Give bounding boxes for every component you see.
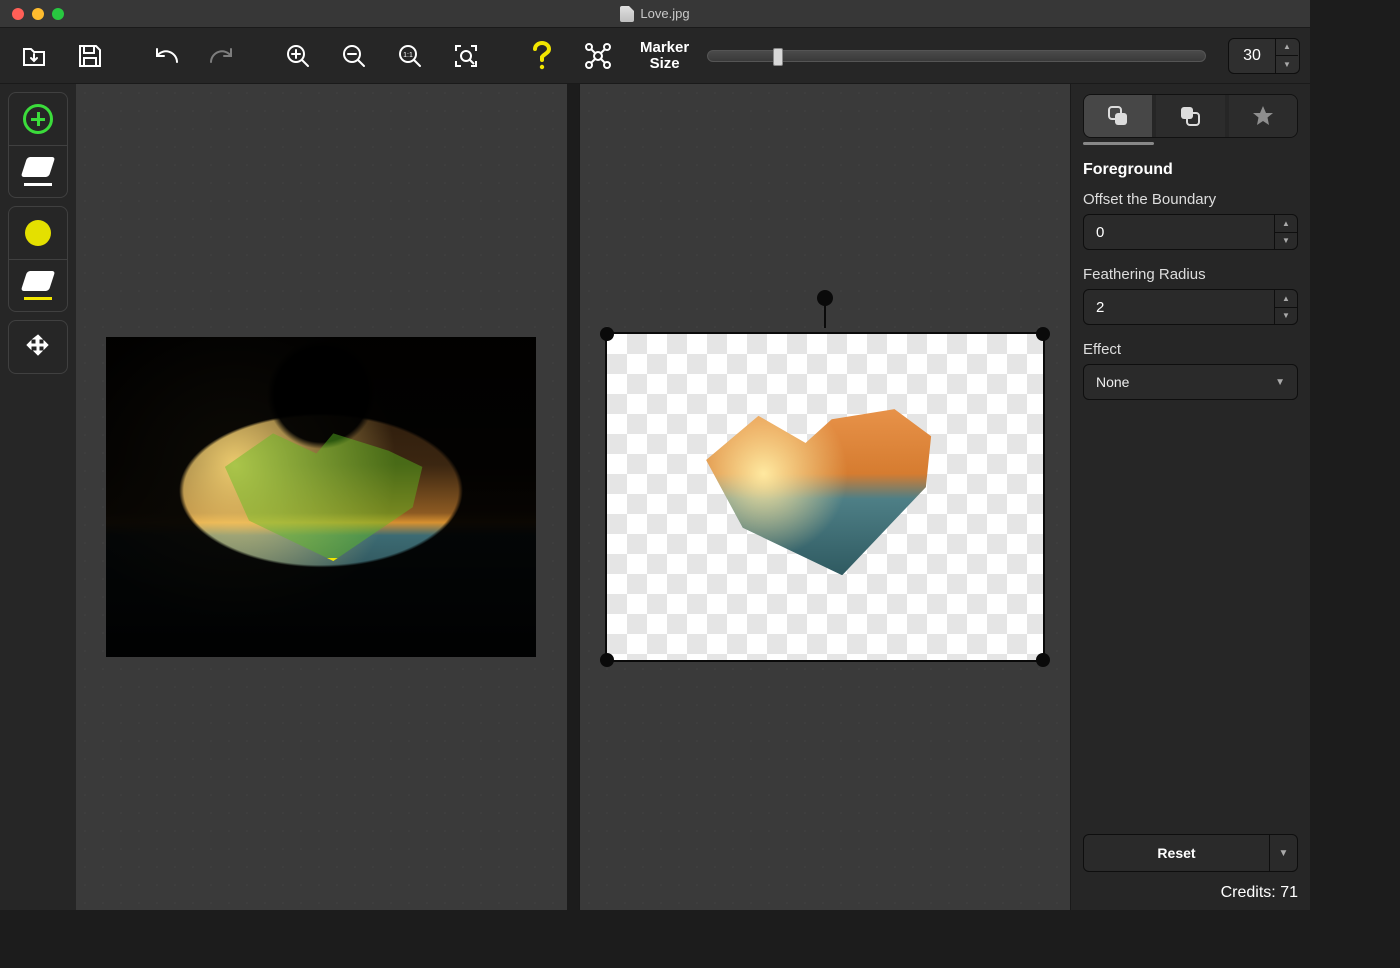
chevron-down-icon: ▼: [1275, 377, 1285, 388]
effect-value: None: [1096, 374, 1129, 390]
resize-handle-tl[interactable]: [600, 327, 614, 341]
yellow-brush-icon: [25, 220, 51, 246]
file-icon: [620, 6, 634, 22]
marker-size-input[interactable]: [1229, 39, 1275, 73]
reset-label: Reset: [1084, 835, 1269, 871]
redo-button[interactable]: [198, 32, 246, 80]
window-title: Love.jpg: [640, 6, 689, 21]
resize-handle-tr[interactable]: [1036, 327, 1050, 341]
foreground-tab[interactable]: [1084, 95, 1152, 137]
open-icon: [19, 41, 49, 71]
feather-value: 2: [1084, 290, 1274, 324]
reset-dropdown[interactable]: ▼: [1269, 835, 1297, 871]
offset-up[interactable]: ▲: [1275, 215, 1297, 233]
reset-button[interactable]: Reset ▼: [1083, 834, 1298, 872]
offset-down[interactable]: ▼: [1275, 233, 1297, 250]
canvas-area: [76, 84, 1070, 910]
offset-label: Offset the Boundary: [1083, 191, 1298, 208]
feather-label: Feathering Radius: [1083, 266, 1298, 283]
resize-handle-bl[interactable]: [600, 653, 614, 667]
source-canvas[interactable]: [76, 84, 567, 910]
save-button[interactable]: [66, 32, 114, 80]
result-frame[interactable]: [605, 332, 1045, 662]
add-icon: [23, 104, 53, 134]
brush-yellow-tool[interactable]: [9, 207, 67, 259]
eraser-foreground-tool[interactable]: [9, 145, 67, 197]
add-selection-tool[interactable]: [9, 93, 67, 145]
window-minimize-button[interactable]: [32, 8, 44, 20]
tools-column: [0, 84, 76, 910]
star-icon: [1251, 104, 1275, 128]
main-toolbar: 1:1 Marker Size ▲ ▼: [0, 28, 1310, 84]
effect-label: Effect: [1083, 341, 1298, 358]
ai-network-icon: [583, 41, 613, 71]
marker-size-stepper[interactable]: ▲ ▼: [1228, 38, 1300, 74]
window-close-button[interactable]: [12, 8, 24, 20]
rotate-handle[interactable]: [817, 290, 833, 306]
cutout-image: [685, 406, 947, 576]
credits-label: Credits: 71: [1083, 884, 1298, 902]
marker-size-slider[interactable]: [707, 50, 1206, 62]
eraser-yellow-icon: [24, 271, 52, 300]
marker-size-label: Marker Size: [630, 40, 699, 72]
undo-button[interactable]: [142, 32, 190, 80]
resize-handle-br[interactable]: [1036, 653, 1050, 667]
zoom-fit-icon: [452, 42, 480, 70]
move-tool[interactable]: [9, 321, 67, 373]
zoom-out-button[interactable]: [330, 32, 378, 80]
foreground-tab-icon: [1106, 104, 1130, 128]
zoom-out-icon: [340, 42, 368, 70]
undo-icon: [151, 44, 181, 68]
titlebar: Love.jpg: [0, 0, 1310, 28]
eraser-icon: [24, 157, 52, 186]
offset-stepper[interactable]: 0 ▲ ▼: [1083, 214, 1298, 250]
panel-heading: Foreground: [1083, 161, 1298, 179]
properties-panel: Foreground Offset the Boundary 0 ▲ ▼ Fea…: [1070, 84, 1310, 910]
zoom-actual-button[interactable]: 1:1: [386, 32, 434, 80]
feather-stepper[interactable]: 2 ▲ ▼: [1083, 289, 1298, 325]
source-image: [106, 337, 536, 657]
open-button[interactable]: [10, 32, 58, 80]
zoom-in-button[interactable]: [274, 32, 322, 80]
marker-size-down[interactable]: ▼: [1276, 56, 1298, 73]
feather-down[interactable]: ▼: [1275, 308, 1297, 325]
zoom-actual-icon: 1:1: [396, 42, 424, 70]
window-zoom-button[interactable]: [52, 8, 64, 20]
result-canvas[interactable]: [579, 84, 1071, 910]
slider-thumb[interactable]: [773, 48, 783, 66]
zoom-in-icon: [284, 42, 312, 70]
ai-process-button[interactable]: [574, 32, 622, 80]
help-icon: [531, 41, 553, 71]
eraser-yellow-tool[interactable]: [9, 259, 67, 311]
feather-up[interactable]: ▲: [1275, 290, 1297, 308]
svg-text:1:1: 1:1: [403, 52, 413, 59]
marker-size-up[interactable]: ▲: [1276, 39, 1298, 57]
effect-select[interactable]: None ▼: [1083, 364, 1298, 400]
move-icon: [24, 333, 52, 361]
background-tab[interactable]: [1156, 95, 1224, 137]
offset-value: 0: [1084, 215, 1274, 249]
background-tab-icon: [1178, 104, 1202, 128]
save-icon: [76, 42, 104, 70]
effects-tab[interactable]: [1229, 95, 1297, 137]
help-button[interactable]: [518, 32, 566, 80]
zoom-fit-button[interactable]: [442, 32, 490, 80]
redo-icon: [207, 44, 237, 68]
